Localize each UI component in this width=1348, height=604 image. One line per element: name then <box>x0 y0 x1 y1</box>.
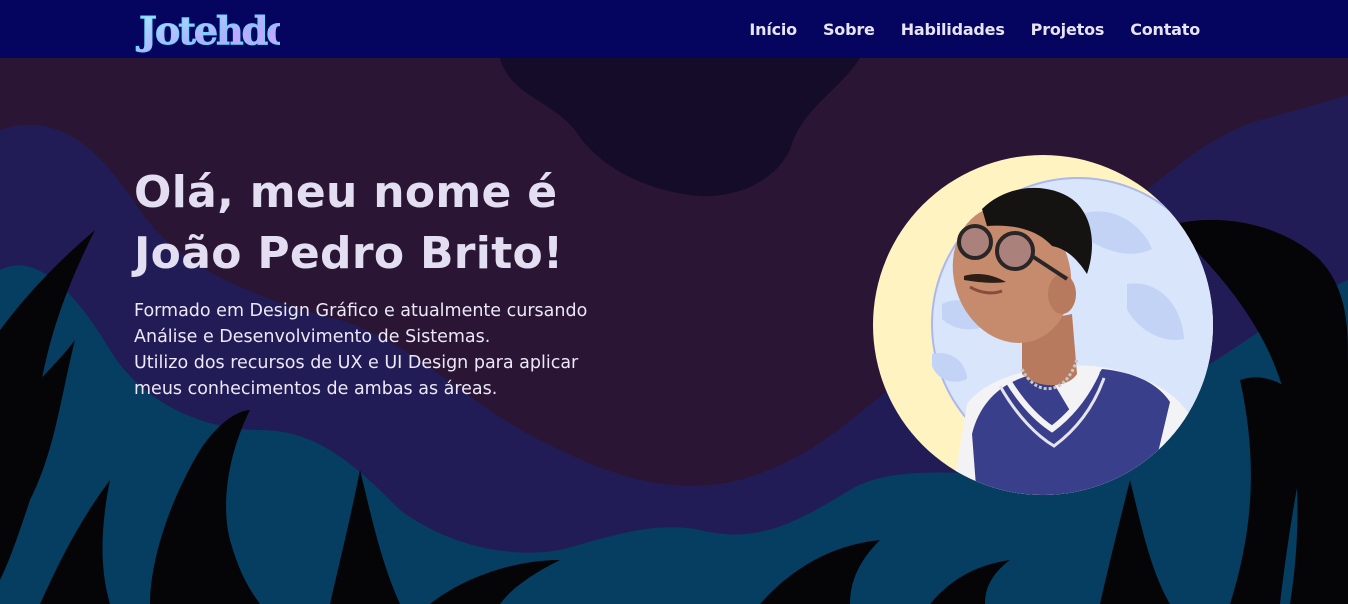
hero-title-line: Olá, meu nome é <box>134 167 558 218</box>
nav-link-habilidades[interactable]: Habilidades <box>901 20 1005 39</box>
profile-portrait <box>873 155 1213 495</box>
glasses-lens <box>957 224 993 260</box>
navbar: Jotehdo Início Sobre Habilidades Projeto… <box>0 0 1348 58</box>
site-logo[interactable]: Jotehdo <box>135 2 281 56</box>
nav-link-sobre[interactable]: Sobre <box>823 20 875 39</box>
hero-description-line: meus conhecimentos de ambas as áreas. <box>134 379 498 399</box>
hero-title: Olá, meu nome é João Pedro Brito! <box>134 162 694 284</box>
nav-link-projetos[interactable]: Projetos <box>1031 20 1105 39</box>
hero-description-line: Utilizo dos recursos de UX e UI Design p… <box>134 353 579 373</box>
glasses-lens <box>995 231 1035 271</box>
hero-title-line: João Pedro Brito! <box>134 228 564 279</box>
nav-link-inicio[interactable]: Início <box>749 20 797 39</box>
ear <box>1048 274 1076 314</box>
hero-description-line: Formado em Design Gráfico e atualmente c… <box>134 301 588 321</box>
nav-link-contato[interactable]: Contato <box>1130 20 1200 39</box>
hero-description-line: Análise e Desenvolvimento de Sistemas. <box>134 327 491 347</box>
page: Jotehdo Início Sobre Habilidades Projeto… <box>0 0 1348 604</box>
svg-text:Jotehdo: Jotehdo <box>136 8 280 53</box>
hero-section: Olá, meu nome é João Pedro Brito! Formad… <box>134 162 694 402</box>
main-nav: Início Sobre Habilidades Projetos Contat… <box>749 0 1200 58</box>
hero-description: Formado em Design Gráfico e atualmente c… <box>134 298 694 402</box>
